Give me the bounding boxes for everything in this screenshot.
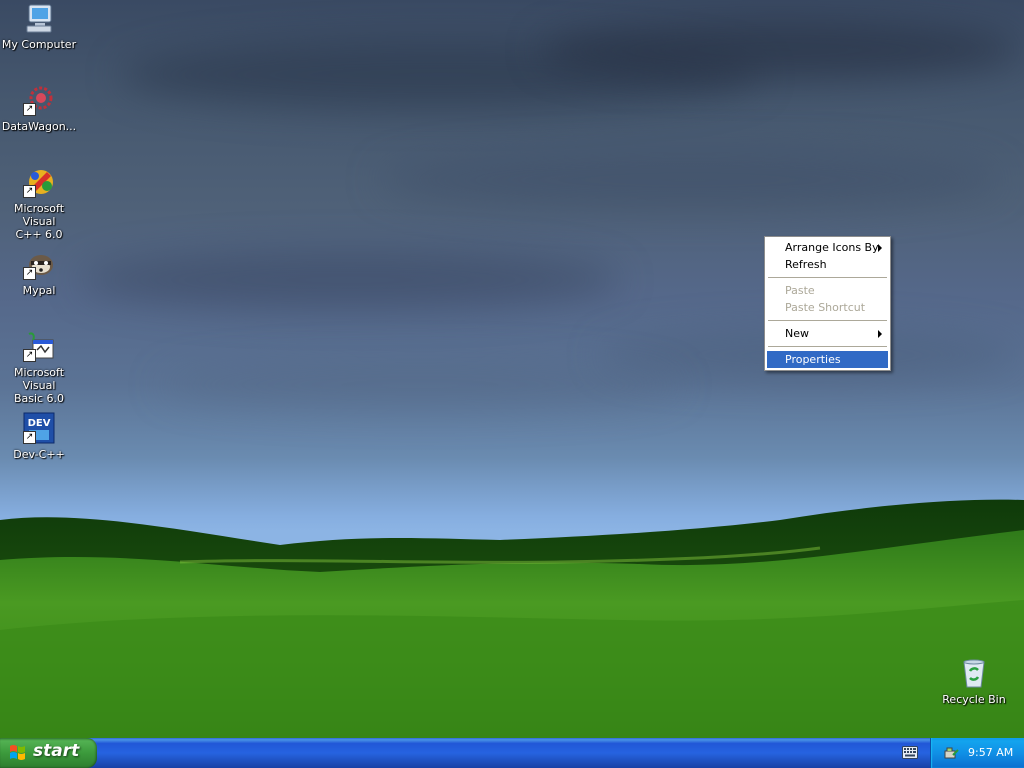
shortcut-arrow-icon: ↗ — [23, 103, 36, 116]
desktop-context-menu: Arrange Icons By Refresh Paste Paste Sho… — [764, 236, 891, 371]
submenu-arrow-icon — [878, 244, 882, 252]
visual-basic-icon: ↗ — [23, 330, 55, 362]
menu-item-paste-shortcut: Paste Shortcut — [767, 299, 888, 316]
menu-item-label: New — [785, 327, 809, 340]
shortcut-arrow-icon: ↗ — [23, 431, 36, 444]
menu-separator — [768, 320, 887, 321]
safely-remove-hardware-icon[interactable] — [943, 745, 959, 761]
menu-separator — [768, 277, 887, 278]
desktop-icon-datawagon[interactable]: ↗ DataWagon... — [0, 84, 78, 133]
menu-separator — [768, 346, 887, 347]
menu-item-label: Paste — [785, 284, 815, 297]
menu-item-paste: Paste — [767, 282, 888, 299]
menu-item-label: Arrange Icons By — [785, 241, 879, 254]
desktop-icon-dev-cpp[interactable]: DEV ↗ Dev-C++ — [0, 412, 78, 461]
start-button[interactable]: start — [0, 738, 97, 768]
system-tray: 9:57 AM — [930, 738, 1024, 768]
desktop-icon-label: My Computer — [1, 38, 77, 51]
datawagon-icon: ↗ — [23, 84, 55, 116]
desktop-icon-label: Microsoft Visual Basic 6.0 — [13, 366, 65, 405]
keyboard-language-icon[interactable] — [902, 746, 918, 759]
desktop-icon-label: Dev-C++ — [13, 448, 65, 461]
menu-item-label: Paste Shortcut — [785, 301, 866, 314]
my-computer-icon — [23, 2, 55, 34]
menu-item-properties[interactable]: Properties — [767, 351, 888, 368]
dev-cpp-icon: DEV ↗ — [23, 412, 55, 444]
desktop-icon-visual-basic[interactable]: ↗ Microsoft Visual Basic 6.0 — [0, 330, 78, 405]
start-label: start — [33, 741, 80, 761]
shortcut-arrow-icon: ↗ — [23, 267, 36, 280]
desktop-icon-visual-cpp[interactable]: ↗ Microsoft Visual C++ 6.0 — [0, 166, 78, 241]
desktop-icon-my-computer[interactable]: My Computer — [0, 2, 78, 51]
desktop-icon-label: Microsoft Visual C++ 6.0 — [13, 202, 65, 241]
mypal-icon: ↗ — [23, 248, 55, 280]
sky-cloud — [80, 250, 620, 310]
recycle-bin-icon — [958, 657, 990, 689]
desktop-icon-mypal[interactable]: ↗ Mypal — [0, 248, 78, 297]
sky-cloud — [540, 20, 1020, 80]
windows-logo-icon — [10, 745, 25, 760]
green-hills-wallpaper — [0, 499, 1024, 738]
menu-item-arrange-icons-by[interactable]: Arrange Icons By — [767, 239, 888, 256]
shortcut-arrow-icon: ↗ — [23, 349, 36, 362]
desktop-icon-recycle-bin[interactable]: Recycle Bin — [935, 657, 1013, 706]
svg-text:DEV: DEV — [28, 418, 51, 429]
menu-item-new[interactable]: New — [767, 325, 888, 342]
desktop-icon-label: Mypal — [22, 284, 56, 297]
sky-cloud — [380, 150, 1000, 210]
submenu-arrow-icon — [878, 330, 882, 338]
shortcut-arrow-icon: ↗ — [23, 185, 36, 198]
menu-item-label: Properties — [785, 353, 841, 366]
taskbar: start 9:57 AM — [0, 738, 1024, 768]
visual-cpp-icon: ↗ — [23, 166, 55, 198]
desktop-icon-label: DataWagon... — [1, 120, 77, 133]
clock[interactable]: 9:57 AM — [968, 746, 1013, 759]
desktop-icon-label: Recycle Bin — [942, 693, 1006, 706]
menu-item-label: Refresh — [785, 258, 827, 271]
sky-cloud — [160, 360, 680, 410]
menu-item-refresh[interactable]: Refresh — [767, 256, 888, 273]
desktop[interactable]: My Computer ↗ DataWagon... ↗ Microsoft V… — [0, 0, 1024, 738]
